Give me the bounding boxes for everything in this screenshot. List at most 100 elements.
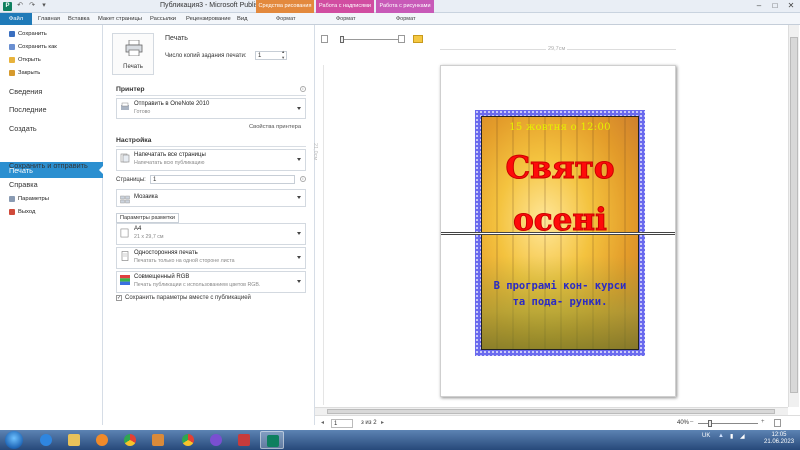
tab-format-drawing[interactable]: Формат [276,13,296,25]
vertical-scrollbar[interactable] [788,25,799,407]
redo-icon[interactable]: ↷ [28,2,36,10]
horizontal-scrollbar[interactable] [315,407,788,415]
nav-close[interactable]: Закрыть [9,70,40,76]
tab-page-layout[interactable]: Макет страницы [98,13,142,25]
info-icon[interactable]: i [300,86,306,92]
print-button[interactable]: Печать [112,33,154,75]
undo-icon[interactable]: ↶ [16,2,24,10]
chevron-down-icon [297,280,301,283]
media-player-icon [96,434,108,446]
taskbar-publisher[interactable] [260,431,284,449]
save-settings-label: Сохранить параметры вместе с публикацией [125,295,251,301]
tab-view[interactable]: Вид [237,13,248,25]
tab-home[interactable]: Главная [38,13,60,25]
single-page-icon[interactable] [321,35,328,43]
taskbar-chrome-2[interactable] [176,431,200,449]
volume-icon[interactable]: ◢ [740,433,745,440]
nav-item-save-send[interactable]: Сохранить и отправить [9,161,88,170]
nav-item-info[interactable]: Сведения [9,87,42,96]
zoom-in-icon[interactable]: + [761,419,765,425]
pages-icon [120,153,130,163]
start-button[interactable] [5,431,23,449]
color-mode-dropdown[interactable]: Совмещенный RGB Печать публикации с испо… [116,271,306,293]
minimize-button[interactable]: – [752,0,766,12]
nav-exit[interactable]: Выход [9,209,35,215]
tab-format-text[interactable]: Формат [336,13,356,25]
preview-zoom-thumb[interactable] [340,36,344,43]
layout-options-tab[interactable]: Параметры разметки [116,213,180,223]
sides-dropdown[interactable]: Односторонняя печать Печатать только на … [116,247,306,269]
taskbar-chrome[interactable] [118,431,142,449]
chrome-icon [182,434,194,446]
printer-dropdown[interactable]: Отправить в OneNote 2010 Готово [116,98,306,119]
publisher-app-icon[interactable]: P [3,2,12,11]
tab-review[interactable]: Рецензирование [186,13,231,25]
vertical-scroll-thumb[interactable] [790,37,798,393]
nav-options[interactable]: Параметры [9,196,49,202]
settings-section-title: Настройка [116,137,152,144]
taskbar-pdf[interactable] [232,431,256,449]
poster-title-line1: Свято [505,150,615,187]
zoom-out-icon[interactable]: – [690,419,693,425]
divider [116,95,306,96]
horizontal-scroll-thumb[interactable] [327,409,775,414]
tab-format-picture[interactable]: Формат [396,13,416,25]
save-settings-checkbox[interactable]: ✓ [116,295,122,301]
title-bar: P ↶ ↷ ▾ Публикация3 - Microsoft Publishe… [0,0,800,13]
print-range-dropdown[interactable]: Напечатать все страницы Напечатать всю п… [116,149,306,171]
options-icon [9,196,15,202]
print-preview: 29,7см 21,0см 15 жовтня о 12:00 Свято ос… [312,25,800,425]
publisher-icon [267,435,279,447]
customize-qat-icon[interactable]: ▾ [40,2,48,10]
fit-page-icon[interactable] [398,35,405,43]
taskbar-media[interactable] [90,431,114,449]
prev-page-icon[interactable]: ◂ [321,419,324,426]
next-page-icon[interactable]: ▸ [381,419,384,426]
tab-mailings[interactable]: Рассылки [150,13,176,25]
nav-item-recent[interactable]: Последние [9,105,47,114]
copies-spinner[interactable]: ▴ ▾ [282,49,284,61]
page-break-line [441,232,675,235]
taskbar-image-app[interactable] [146,431,170,449]
context-group-text-tools: Работа с надписями [316,0,374,13]
zoom-slider-thumb[interactable] [708,420,712,427]
preview-zoom-slider[interactable] [342,39,402,40]
clock[interactable]: 12:05 21.06.2023 [764,432,794,446]
chevron-down-icon [297,196,301,199]
paper-size-dropdown[interactable]: A4 21 x 29,7 см [116,223,306,245]
zoom-level: 40% [677,420,690,426]
close-window-button[interactable]: ✕ [784,0,798,12]
folder-close-icon [9,70,15,76]
network-icon[interactable]: ▮ [730,433,733,440]
zoom-slider[interactable] [698,423,758,424]
info-icon[interactable]: i [300,176,306,182]
taskbar-ie[interactable] [34,431,58,449]
fit-to-window-icon[interactable] [774,419,781,427]
paper-icon [120,228,129,238]
preview-page: 15 жовтня о 12:00 Свято осені В програмі… [440,65,676,397]
show-ruler-icon[interactable] [413,35,423,43]
page-number-input[interactable]: 1 [331,419,353,428]
tray-flag-icon[interactable]: ▲ [718,433,724,439]
pages-input[interactable]: 1 [150,175,295,184]
maximize-button[interactable]: □ [768,0,782,12]
window-title: Публикация3 - Microsoft Publisher [160,2,269,9]
copies-label: Число копий задания печати: [165,53,247,59]
nav-save-as[interactable]: Сохранить как [9,44,57,50]
nav-open[interactable]: Открыть [9,57,41,63]
nav-save[interactable]: Сохранить [9,31,47,37]
taskbar-viber[interactable] [204,431,228,449]
printer-section-title: Принтер [116,86,145,93]
printer-properties-link[interactable]: Свойства принтера [249,124,301,130]
language-indicator[interactable]: UK [702,433,710,439]
chevron-down-icon [297,256,301,259]
taskbar-explorer[interactable] [62,431,86,449]
rgb-color-icon [120,275,130,285]
nav-item-help[interactable]: Справка [9,180,38,189]
nav-item-new[interactable]: Создать [9,124,37,133]
chevron-down-icon [297,158,301,161]
tab-file[interactable]: Файл [0,13,32,25]
tab-insert[interactable]: Вставка [68,13,90,25]
layout-dropdown[interactable]: Мозаика [116,189,306,207]
vertical-ruler [323,65,324,405]
